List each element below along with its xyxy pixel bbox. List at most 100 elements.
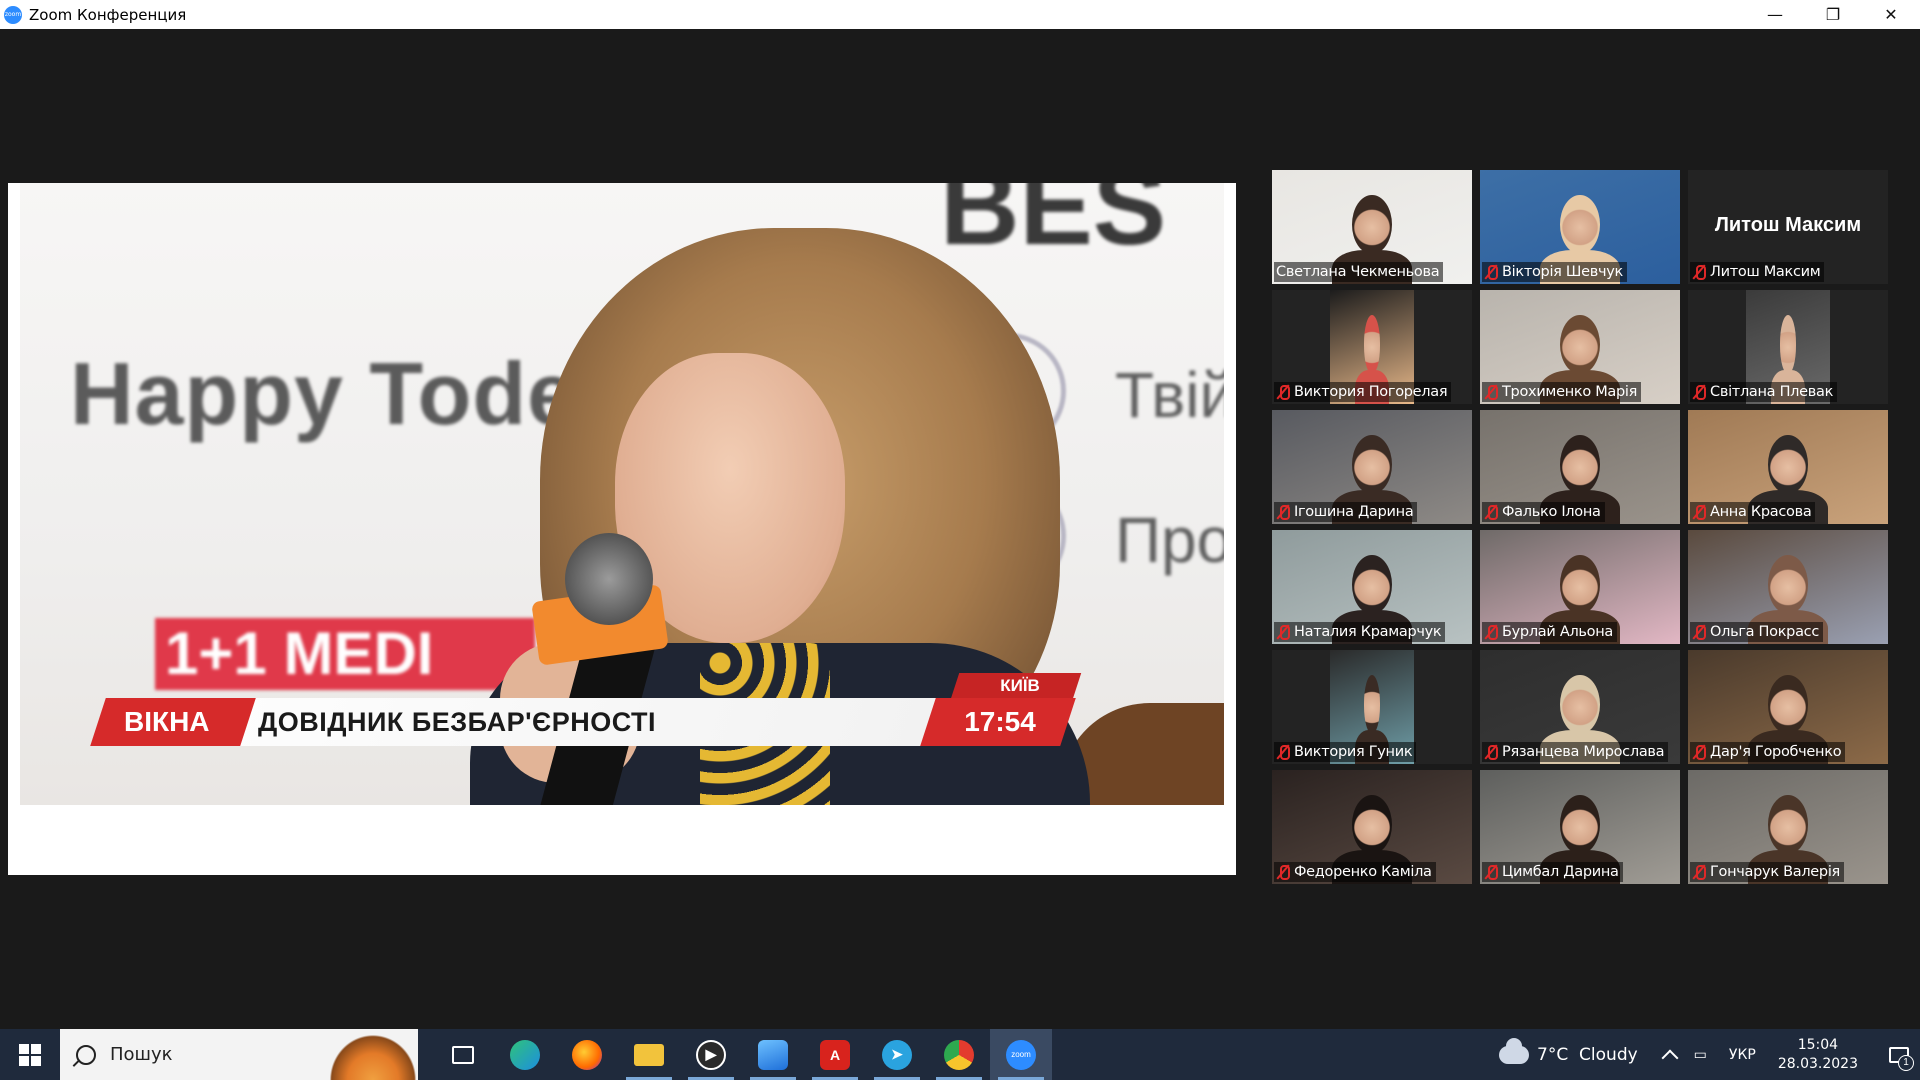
participant-name-tag: Гончарук Валерія bbox=[1690, 862, 1844, 882]
muted-mic-icon bbox=[1484, 504, 1498, 520]
participant-head bbox=[1768, 795, 1808, 855]
participant-head bbox=[1768, 555, 1808, 615]
participant-tile[interactable]: Світлана Плевак bbox=[1688, 290, 1888, 404]
participant-tile[interactable]: Литош Максим Литош Максим bbox=[1688, 170, 1888, 284]
muted-mic-icon bbox=[1484, 384, 1498, 400]
muted-mic-icon bbox=[1692, 264, 1706, 280]
background-text-tvii: Твій bbox=[1115, 359, 1224, 431]
participant-tile[interactable]: Трохименко Марія bbox=[1480, 290, 1680, 404]
taskbar-edge[interactable] bbox=[494, 1029, 556, 1080]
muted-mic-icon bbox=[1484, 864, 1498, 880]
windows-taskbar: Пошук ▶ A ➤ zoom 7°C Cloudy ▭ УКР 15:04 … bbox=[0, 1029, 1920, 1080]
maximize-button[interactable]: ❐ bbox=[1804, 0, 1862, 29]
taskbar-firefox[interactable] bbox=[556, 1029, 618, 1080]
taskbar-media-player[interactable]: ▶ bbox=[680, 1029, 742, 1080]
participant-name-tag: Трохименко Марія bbox=[1482, 382, 1642, 402]
meeting-area: BES Happy Tode Твій Про 1+1 MEDI ВІКНА Д… bbox=[0, 29, 1920, 1029]
microphone-head bbox=[565, 533, 653, 625]
network-icon[interactable]: ▭ bbox=[1694, 1047, 1707, 1063]
weather-widget[interactable]: 7°C Cloudy bbox=[1499, 1037, 1638, 1065]
start-button[interactable] bbox=[0, 1029, 60, 1080]
participant-name: Фалько Ілона bbox=[1502, 504, 1601, 520]
participant-tile[interactable]: Анна Красова bbox=[1688, 410, 1888, 524]
participant-head bbox=[1352, 195, 1392, 255]
participant-name: Ігошина Дарина bbox=[1294, 504, 1414, 520]
participant-name: Трохименко Марія bbox=[1502, 384, 1638, 400]
taskbar-telegram[interactable]: ➤ bbox=[866, 1029, 928, 1080]
muted-mic-icon bbox=[1692, 504, 1706, 520]
participant-name-tag: Виктория Гуник bbox=[1274, 742, 1417, 762]
participant-name: Бурлай Альона bbox=[1502, 624, 1613, 640]
participant-head bbox=[1560, 195, 1600, 255]
clock-time: 15:04 bbox=[1797, 1036, 1839, 1053]
participant-name: Вікторія Шевчук bbox=[1502, 264, 1623, 280]
participant-name: Дар'я Горобченко bbox=[1710, 744, 1842, 760]
participant-name-tag: Бурлай Альона bbox=[1482, 622, 1617, 642]
close-button[interactable]: ✕ bbox=[1862, 0, 1920, 29]
participant-head bbox=[1363, 315, 1381, 375]
search-icon bbox=[76, 1044, 96, 1065]
chevron-up-icon[interactable] bbox=[1661, 1049, 1679, 1066]
participant-head bbox=[1560, 675, 1600, 735]
zoom-icon: zoom bbox=[1006, 1039, 1036, 1070]
participant-name: Цимбал Дарина bbox=[1502, 864, 1619, 880]
participant-tile[interactable]: Ігошина Дарина bbox=[1272, 410, 1472, 524]
taskbar-acrobat[interactable]: A bbox=[804, 1029, 866, 1080]
participant-name-tag: Ігошина Дарина bbox=[1274, 502, 1418, 522]
participant-name: Рязанцева Мирослава bbox=[1502, 744, 1665, 760]
participant-name-tag: Светлана Чекменьова bbox=[1274, 262, 1444, 282]
participant-tile[interactable]: Виктория Гуник bbox=[1272, 650, 1472, 764]
search-highlight-icon bbox=[328, 1033, 418, 1080]
minimize-button[interactable]: — bbox=[1746, 0, 1804, 29]
taskbar-chrome[interactable] bbox=[928, 1029, 990, 1080]
task-view-button[interactable] bbox=[432, 1029, 494, 1080]
taskbar-search[interactable]: Пошук bbox=[60, 1029, 418, 1080]
participant-head bbox=[1352, 555, 1392, 615]
participant-name-tag: Вікторія Шевчук bbox=[1482, 262, 1627, 282]
muted-mic-icon bbox=[1276, 384, 1290, 400]
taskbar-photos[interactable] bbox=[742, 1029, 804, 1080]
clock-date: 28.03.2023 bbox=[1777, 1055, 1858, 1072]
participant-head bbox=[1352, 435, 1392, 495]
participant-tile[interactable]: Наталия Крамарчук bbox=[1272, 530, 1472, 644]
participant-tile[interactable]: Федоренко Каміла bbox=[1272, 770, 1472, 884]
muted-mic-icon bbox=[1692, 744, 1706, 760]
participant-name: Світлана Плевак bbox=[1710, 384, 1834, 400]
participant-name: Анна Красова bbox=[1710, 504, 1812, 520]
participant-tile[interactable]: Вікторія Шевчук bbox=[1480, 170, 1680, 284]
shared-screen[interactable]: BES Happy Tode Твій Про 1+1 MEDI ВІКНА Д… bbox=[8, 183, 1236, 875]
system-tray: 7°C Cloudy ▭ УКР 15:04 28.03.2023 1 bbox=[1499, 1029, 1920, 1080]
muted-mic-icon bbox=[1484, 624, 1498, 640]
taskbar-file-explorer[interactable] bbox=[618, 1029, 680, 1080]
participant-tile[interactable]: Дар'я Горобченко bbox=[1688, 650, 1888, 764]
cloud-icon bbox=[1499, 1037, 1530, 1064]
participant-tile[interactable]: Светлана Чекменьова bbox=[1272, 170, 1472, 284]
participant-head bbox=[1363, 675, 1381, 735]
windows-logo-icon bbox=[19, 1043, 41, 1066]
muted-mic-icon bbox=[1276, 744, 1290, 760]
participant-head bbox=[1560, 315, 1600, 375]
participant-tile[interactable]: Ольга Покрасс bbox=[1688, 530, 1888, 644]
weather-temp: 7°C bbox=[1537, 1044, 1569, 1065]
folder-icon bbox=[634, 1043, 664, 1066]
taskbar-zoom[interactable]: zoom bbox=[990, 1029, 1052, 1080]
participant-tile[interactable]: Бурлай Альона bbox=[1480, 530, 1680, 644]
muted-mic-icon bbox=[1484, 264, 1498, 280]
participant-name: Светлана Чекменьова bbox=[1276, 264, 1440, 280]
clock[interactable]: 15:04 28.03.2023 bbox=[1778, 1036, 1858, 1074]
participant-tile[interactable]: Цимбал Дарина bbox=[1480, 770, 1680, 884]
notification-count: 1 bbox=[1898, 1055, 1914, 1071]
participant-tile[interactable]: Рязанцева Мирослава bbox=[1480, 650, 1680, 764]
edge-icon bbox=[510, 1039, 540, 1070]
firefox-icon bbox=[572, 1039, 602, 1070]
participant-name-tag: Анна Красова bbox=[1690, 502, 1816, 522]
notifications-button[interactable]: 1 bbox=[1878, 1029, 1920, 1080]
language-indicator[interactable]: УКР bbox=[1729, 1047, 1756, 1063]
window-controls: — ❐ ✕ bbox=[1746, 0, 1920, 29]
participant-head bbox=[1560, 435, 1600, 495]
participant-tile[interactable]: Фалько Ілона bbox=[1480, 410, 1680, 524]
media-logo: 1+1 MEDI bbox=[155, 618, 535, 690]
participant-tile[interactable]: Гончарук Валерія bbox=[1688, 770, 1888, 884]
participant-tile[interactable]: Виктория Погорелая bbox=[1272, 290, 1472, 404]
muted-mic-icon bbox=[1692, 864, 1706, 880]
